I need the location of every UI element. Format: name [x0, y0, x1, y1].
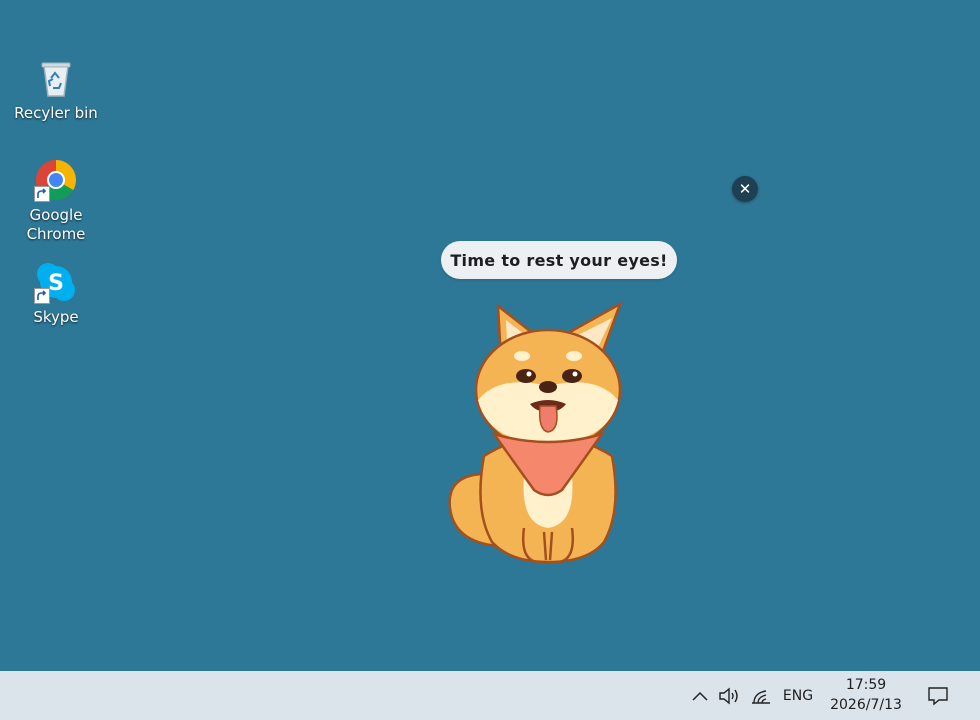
shortcut-arrow-icon [34, 186, 50, 202]
taskbar: ENG 17:59 2026/7/13 [0, 671, 980, 720]
reminder-message: Time to rest your eyes! [450, 250, 668, 270]
svg-text:S: S [48, 271, 64, 296]
skype-icon: S [34, 260, 78, 304]
taskbar-clock[interactable]: 17:59 2026/7/13 [820, 675, 912, 715]
desktop: Recyler bin Google Chrome S Skype ✕ Time… [0, 0, 980, 671]
shiba-dog-mascot[interactable] [440, 296, 656, 568]
dog-eye-left [516, 369, 536, 383]
desktop-icon-google-chrome[interactable]: Google Chrome [14, 158, 98, 244]
close-icon: ✕ [738, 180, 752, 198]
dog-nose [539, 381, 557, 393]
desktop-icon-label: Skype [33, 308, 79, 326]
close-reminder-button[interactable]: ✕ [732, 176, 758, 202]
recycle-bin-icon [34, 56, 78, 100]
dog-eye-right [562, 369, 582, 383]
clock-time: 17:59 [845, 677, 887, 693]
clock-date: 2026/7/13 [830, 697, 902, 713]
desktop-icon-label: Google Chrome [26, 206, 86, 243]
shortcut-arrow-icon [34, 288, 50, 304]
wifi-icon[interactable] [748, 671, 774, 720]
desktop-icon-label: Recyler bin [14, 104, 98, 122]
chevron-up-icon[interactable] [690, 671, 710, 720]
action-center-icon[interactable] [924, 671, 952, 720]
reminder-speech-bubble: Time to rest your eyes! [441, 241, 677, 279]
dog-tongue [538, 405, 558, 433]
desktop-icon-skype[interactable]: S Skype [14, 260, 98, 327]
chrome-icon [34, 158, 78, 202]
volume-icon[interactable] [716, 671, 742, 720]
desktop-icon-recycle-bin[interactable]: Recyler bin [14, 56, 98, 123]
language-indicator[interactable]: ENG [778, 671, 818, 720]
